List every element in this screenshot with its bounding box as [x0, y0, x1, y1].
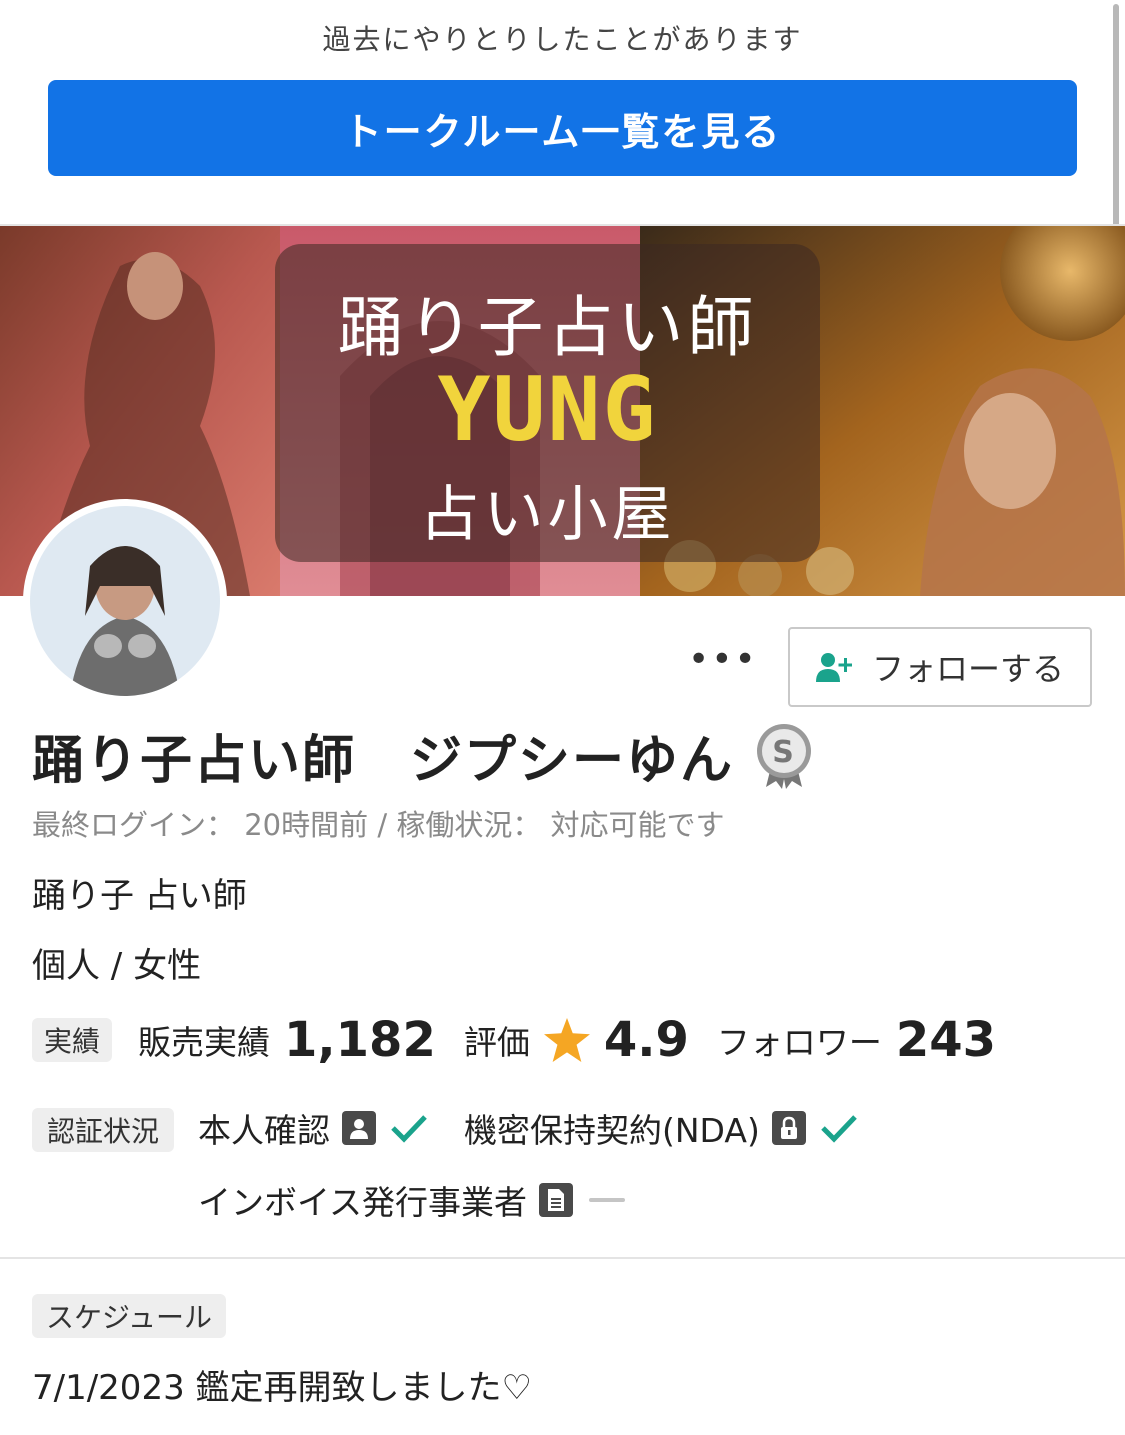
- stats-tag: 実績: [32, 1018, 113, 1062]
- star-icon: [543, 1018, 590, 1062]
- profile-catchphrase: 踊り子 占い師: [32, 876, 247, 916]
- talk-room-list-button[interactable]: トークルーム一覧を見る: [48, 80, 1077, 176]
- check-icon: [391, 1115, 427, 1143]
- follow-button[interactable]: フォローする: [788, 627, 1092, 707]
- profile-name-row: 踊り子占い師 ジプシーゆん S: [32, 718, 814, 793]
- check-icon: [821, 1115, 857, 1143]
- banner-title-line2: YUNG: [437, 358, 658, 461]
- nda-verification: 機密保持契約(NDA): [464, 1104, 858, 1152]
- schedule-text: 7/1/2023 鑑定再開致しました♡: [32, 1368, 532, 1408]
- follow-button-label: フォローする: [871, 650, 1064, 688]
- identity-label: 本人確認: [198, 1111, 330, 1150]
- banner-title-line1: 踊り子占い師: [337, 289, 758, 366]
- divider: [0, 1257, 1125, 1259]
- followers-label: フォロワー: [716, 1023, 882, 1062]
- invoice-verification: インボイス発行事業者: [198, 1176, 626, 1224]
- not-verified-dash-icon: [589, 1198, 626, 1202]
- rating-value: 4.9: [603, 1012, 689, 1068]
- invoice-label: インボイス発行事業者: [198, 1183, 528, 1222]
- avatar-image: [30, 506, 220, 696]
- add-user-icon: [815, 653, 852, 682]
- last-login-status: 最終ログイン： 20時間前 / 稼働状況： 対応可能です: [32, 808, 725, 842]
- rank-badge-label: S: [772, 735, 796, 770]
- document-icon: [539, 1183, 574, 1217]
- profile-type: 個人 / 女性: [32, 946, 202, 986]
- avatar[interactable]: [30, 506, 220, 696]
- sales-value: 1,182: [284, 1012, 436, 1068]
- stats-row: 実績 販売実績 1,182 評価 4.9 フォロワー 243: [32, 1010, 1024, 1070]
- nda-label: 機密保持契約(NDA): [464, 1111, 760, 1150]
- identity-verification: 本人確認: [198, 1104, 428, 1152]
- verification-tag: 認証状況: [32, 1108, 174, 1152]
- id-card-icon: [342, 1111, 376, 1145]
- lock-icon: [771, 1111, 806, 1145]
- profile-name: 踊り子占い師 ジプシーゆん: [32, 731, 735, 791]
- rating-label: 評価: [463, 1023, 530, 1062]
- sales-label: 販売実績: [138, 1023, 271, 1062]
- rank-badge-icon: S: [757, 723, 812, 789]
- more-options-button[interactable]: •••: [688, 642, 756, 686]
- schedule-tag: スケジュール: [32, 1294, 227, 1338]
- past-interaction-notice: 過去にやりとりしたことがあります: [322, 23, 803, 56]
- banner-title-line3: 占い小屋: [419, 480, 676, 550]
- followers-value: 243: [895, 1012, 997, 1068]
